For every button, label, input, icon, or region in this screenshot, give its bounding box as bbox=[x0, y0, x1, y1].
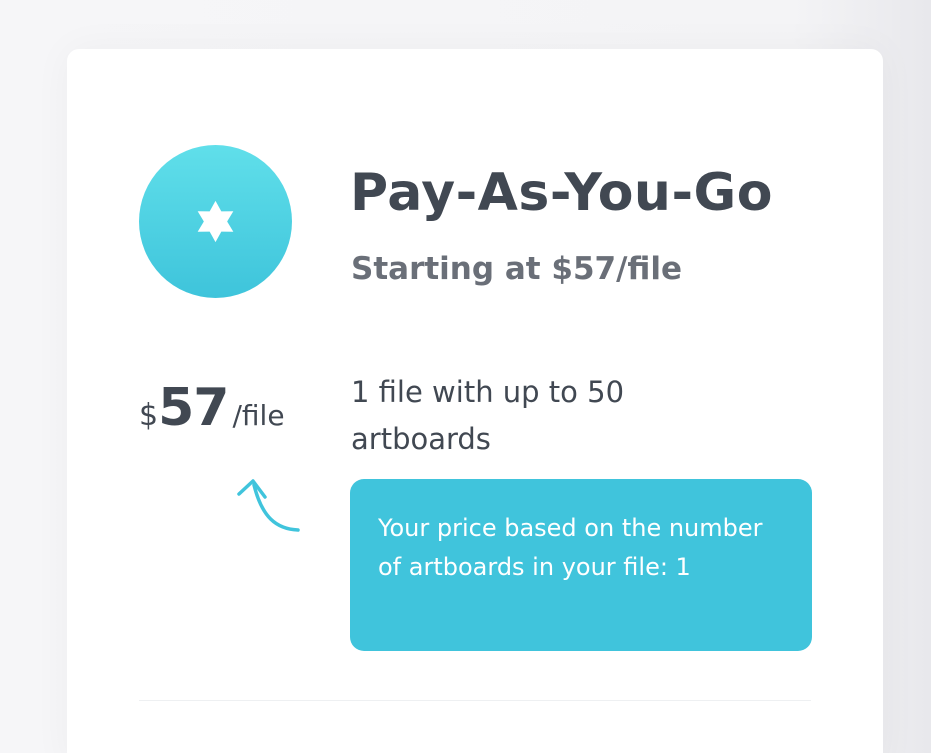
price-display: $57/file bbox=[139, 382, 285, 434]
plan-feature: 1 file with up to 50 artboards bbox=[351, 375, 625, 456]
plan-title: Pay-As-You-Go bbox=[350, 163, 773, 223]
price-unit: /file bbox=[232, 399, 285, 432]
price-amount: 57 bbox=[158, 378, 229, 438]
plan-badge bbox=[139, 145, 292, 298]
star-icon bbox=[197, 200, 234, 243]
price-currency: $ bbox=[139, 398, 159, 433]
curved-arrow-icon bbox=[237, 479, 300, 532]
price-info-tooltip: Your price based on the number of artboa… bbox=[350, 479, 812, 651]
plan-subtitle: Starting at $57/file bbox=[351, 251, 683, 287]
divider bbox=[139, 700, 811, 701]
pricing-card: Pay-As-You-Go Starting at $57/file $57/f… bbox=[67, 49, 883, 753]
